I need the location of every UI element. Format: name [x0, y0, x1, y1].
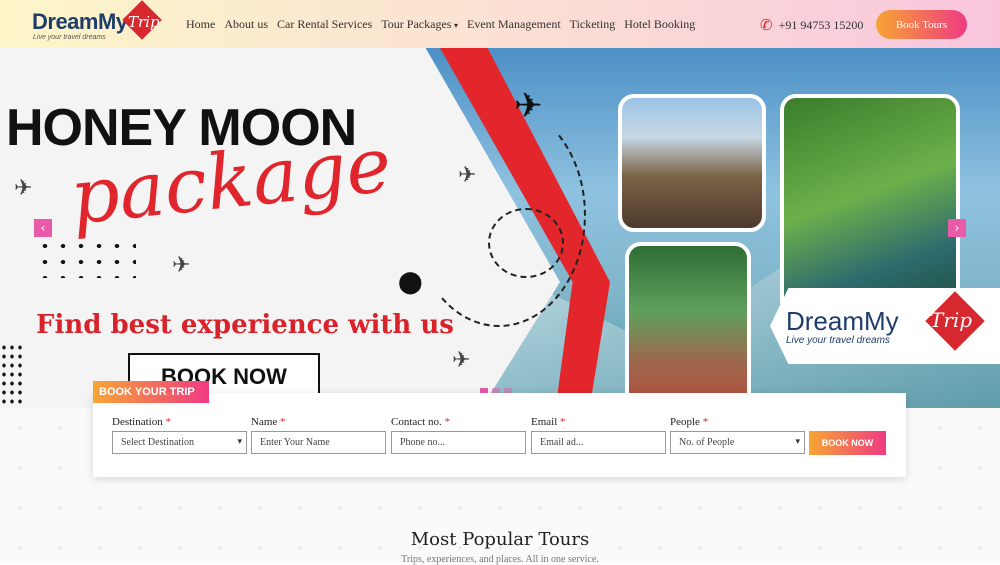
contact-input[interactable]: Phone no...	[391, 431, 526, 454]
booking-form-tab: BOOK YOUR TRIP	[93, 381, 209, 403]
site-logo[interactable]: DreamMy Trip Live your travel dreams	[32, 0, 172, 44]
contact-field: Contact no. * Phone no...	[391, 416, 526, 454]
email-label: Email *	[531, 416, 566, 428]
contact-label: Contact no. *	[391, 416, 450, 428]
section-title: Most Popular Tours	[410, 529, 590, 550]
logo-tagline: Live your travel dreams	[33, 34, 106, 41]
hero-logo-trip: Trip	[930, 308, 973, 332]
nav-about-us[interactable]: About us	[224, 17, 268, 32]
people-field: People * No. of People ▾	[670, 416, 805, 454]
hero-photo-elephant-river	[780, 94, 960, 316]
hero-tagline: Find best experience with us	[36, 310, 454, 340]
main-nav: Home About us Car Rental Services Tour P…	[186, 17, 695, 32]
nav-tour-packages[interactable]: Tour Packages ▾	[381, 17, 458, 32]
chevron-right-icon[interactable]: ›	[948, 219, 966, 237]
chevron-down-icon: ▾	[237, 437, 242, 447]
chevron-down-icon: ▾	[451, 21, 459, 30]
phone-number: +91 94753 15200	[778, 17, 864, 32]
nav-home[interactable]: Home	[186, 17, 215, 32]
nav-hotel-booking[interactable]: Hotel Booking	[624, 17, 695, 32]
destination-select[interactable]: Select Destination ▾	[112, 431, 247, 454]
nav-event-management[interactable]: Event Management	[467, 17, 561, 32]
phone-contact[interactable]: ✆ +91 94753 15200	[760, 16, 863, 34]
nav-car-rental-services[interactable]: Car Rental Services	[277, 17, 372, 32]
airplane-icon: ✈	[14, 176, 33, 201]
hero-photo-waterfall	[625, 242, 751, 408]
logo-trip: Trip	[128, 13, 160, 31]
hero-banner: ✈ ✈ ✈ ✈ ✈ ⬤ HONEY MOON package Find best…	[0, 48, 1000, 408]
people-select[interactable]: No. of People ▾	[670, 431, 805, 454]
destination-label: Destination *	[112, 416, 171, 428]
hero-photo-mountain	[618, 94, 766, 232]
book-now-button[interactable]: BOOK NOW	[809, 431, 886, 455]
airplane-icon: ✈	[172, 253, 191, 278]
name-field: Name * Enter Your Name	[251, 416, 386, 454]
hero-logo-word: DreamMy	[786, 306, 899, 336]
dashed-flight-path	[412, 103, 586, 327]
nav-ticketing[interactable]: Ticketing	[570, 17, 616, 32]
hero-logo-tagline: Live your travel dreams	[786, 335, 890, 346]
hero-logo-badge: DreamMy Trip Live your travel dreams	[770, 288, 1000, 364]
dot-grid-decoration-small	[0, 343, 26, 407]
airplane-icon: ✈	[452, 348, 471, 373]
phone-icon: ✆	[760, 16, 773, 34]
chevron-left-icon[interactable]: ‹	[34, 219, 52, 237]
dot-grid-decoration	[36, 238, 136, 278]
name-label: Name *	[251, 416, 286, 428]
nav-tour-packages-label: Tour Packages	[381, 17, 452, 31]
chevron-down-icon: ▾	[795, 437, 800, 447]
logo-word: DreamMy	[32, 9, 128, 34]
book-tours-button[interactable]: Book Tours	[876, 10, 967, 39]
section-subtitle: Trips, experiences, and places. All in o…	[401, 554, 599, 565]
people-label: People *	[670, 416, 709, 428]
destination-field: Destination * Select Destination ▾	[112, 416, 247, 454]
email-field: Email * Email ad...	[531, 416, 666, 454]
name-input[interactable]: Enter Your Name	[251, 431, 386, 454]
site-header: DreamMy Trip Live your travel dreams Hom…	[0, 0, 1000, 48]
email-input[interactable]: Email ad...	[531, 431, 666, 454]
location-pin-icon: ⬤	[398, 270, 423, 295]
